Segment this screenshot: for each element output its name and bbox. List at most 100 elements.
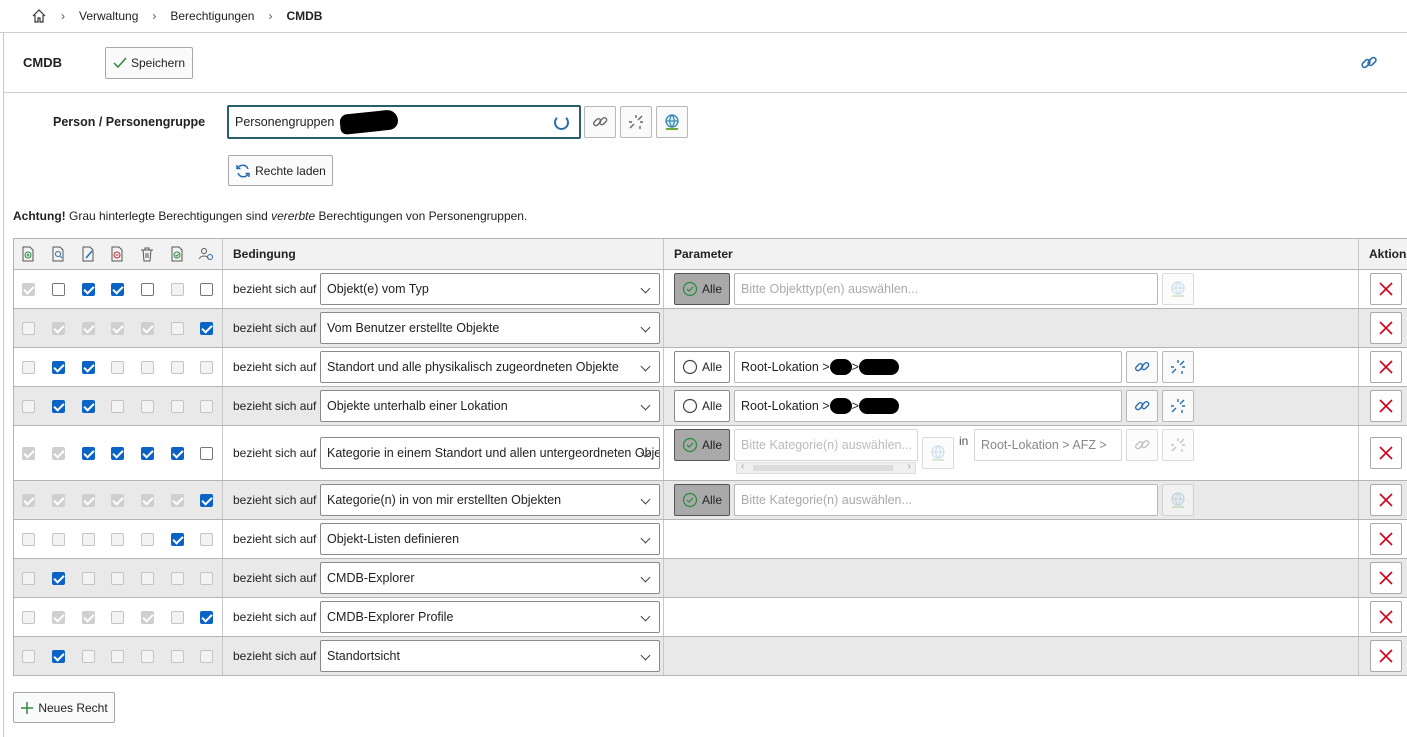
close-icon [1379,493,1393,507]
location-input[interactable]: Root-Lokation > > [734,351,1122,383]
unlink-button[interactable] [1162,429,1194,461]
location-input[interactable]: Root-Lokation > > [734,390,1122,422]
home-icon[interactable] [31,8,47,24]
horizontal-scrollbar[interactable]: ‹ › [736,461,916,474]
all-toggle-button[interactable]: Alle [674,273,730,305]
category-input[interactable]: Bitte Kategorie(n) auswählen... [734,429,918,461]
condition-select[interactable]: Standortsicht [320,640,660,672]
globe-button[interactable] [922,437,954,469]
category-placeholder: Bitte Kategorie(n) auswählen... [741,438,912,452]
selection-input[interactable]: Bitte Objekttyp(en) auswählen... [734,273,1158,305]
permission-checkbox [171,649,184,663]
chevron-down-icon [640,322,651,333]
close-icon [1379,282,1393,296]
link-icon[interactable] [1360,54,1378,75]
unlink-button[interactable] [1162,351,1194,383]
close-icon [1379,610,1393,624]
chevron-right-icon: › [268,9,273,23]
condition-select[interactable]: Vom Benutzer erstellte Objekte [320,312,660,344]
delete-row-button[interactable] [1370,273,1402,305]
permission-checkbox [200,532,213,546]
permission-checkbox[interactable] [52,360,65,374]
permission-checkbox[interactable] [52,571,65,585]
permission-checkbox[interactable] [111,282,124,296]
link-button[interactable] [584,106,616,138]
breadcrumb-current: CMDB [286,9,323,23]
condition-value: Objekte unterhalb einer Lokation [327,399,508,413]
permission-checkbox[interactable] [82,282,95,296]
permission-checkbox[interactable] [52,399,65,413]
column-divider [1358,559,1359,597]
condition-select[interactable]: Standort und alle physikalisch zugeordne… [320,351,660,383]
permission-checkbox[interactable] [171,446,184,460]
notice-text: Berechtigungen von Personengruppen. [315,209,528,223]
permission-checkbox[interactable] [52,282,65,296]
all-toggle-button[interactable]: Alle [674,429,730,461]
permission-checkbox[interactable] [111,446,124,460]
refresh-icon [236,163,250,178]
load-rights-button[interactable]: Rechte laden [228,155,333,186]
column-divider [222,239,223,269]
unlink-button[interactable] [620,106,652,138]
permission-checkbox [22,493,35,507]
condition-value: CMDB-Explorer Profile [327,610,454,624]
permission-checkbox[interactable] [171,532,184,546]
permission-checkbox[interactable] [82,399,95,413]
globe-button[interactable] [656,106,688,138]
selection-placeholder: Bitte Kategorie(n) auswählen... [741,493,912,507]
permission-checkbox [82,610,95,624]
breadcrumb-item[interactable]: Berechtigungen [170,9,254,23]
link-button[interactable] [1126,390,1158,422]
permission-checkbox[interactable] [200,610,213,624]
condition-select[interactable]: Objekt-Listen definieren [320,523,660,555]
chevron-down-icon [640,650,651,661]
permission-checkbox[interactable] [52,649,65,663]
column-divider [222,559,223,597]
permission-checkbox[interactable] [141,282,154,296]
person-select-input[interactable]: Personengruppen [227,105,581,139]
delete-row-button[interactable] [1370,312,1402,344]
delete-row-button[interactable] [1370,351,1402,383]
location-input[interactable]: Root-Lokation > AFZ > [974,429,1122,461]
condition-select[interactable]: Objekte unterhalb einer Lokation [320,390,660,422]
table-row: bezieht sich auf Kategorie in einem Stand… [14,426,1407,481]
permission-checkbox[interactable] [82,360,95,374]
delete-row-button[interactable] [1370,640,1402,672]
condition-select[interactable]: Kategorie in einem Standort und allen un… [320,437,660,469]
all-toggle-button[interactable]: Alle [674,484,730,516]
delete-row-button[interactable] [1370,437,1402,469]
delete-row-button[interactable] [1370,390,1402,422]
link-button[interactable] [1126,351,1158,383]
permission-checkbox [111,571,124,585]
condition-value: Kategorie(n) in von mir erstellten Objek… [327,493,562,507]
close-icon [1379,399,1393,413]
unlink-button[interactable] [1162,390,1194,422]
condition-select[interactable]: Objekt(e) vom Typ [320,273,660,305]
new-right-button[interactable]: Neues Recht [13,692,115,723]
condition-select[interactable]: CMDB-Explorer [320,562,660,594]
permission-checkbox[interactable] [200,446,213,460]
permission-checkbox[interactable] [200,321,213,335]
delete-row-button[interactable] [1370,523,1402,555]
permission-checkbox [200,399,213,413]
link-button[interactable] [1126,429,1158,461]
save-button[interactable]: Speichern [105,47,193,79]
delete-row-button[interactable] [1370,562,1402,594]
permission-checkbox[interactable] [200,282,213,296]
all-toggle-button[interactable]: Alle [674,390,730,422]
delete-row-button[interactable] [1370,601,1402,633]
breadcrumb: › Verwaltung › Berechtigungen › CMDB [0,0,1407,33]
permission-checkbox[interactable] [82,446,95,460]
all-toggle-button[interactable]: Alle [674,351,730,383]
permission-checkbox[interactable] [200,493,213,507]
condition-select[interactable]: CMDB-Explorer Profile [320,601,660,633]
condition-select[interactable]: Kategorie(n) in von mir erstellten Objek… [320,484,660,516]
globe-button[interactable] [1162,484,1194,516]
selection-input[interactable]: Bitte Kategorie(n) auswählen... [734,484,1158,516]
delete-row-button[interactable] [1370,484,1402,516]
location-value: Root-Lokation > [741,360,830,374]
check-circle-icon [682,492,698,508]
breadcrumb-item[interactable]: Verwaltung [79,9,138,23]
globe-button[interactable] [1162,273,1194,305]
permission-checkbox[interactable] [141,446,154,460]
